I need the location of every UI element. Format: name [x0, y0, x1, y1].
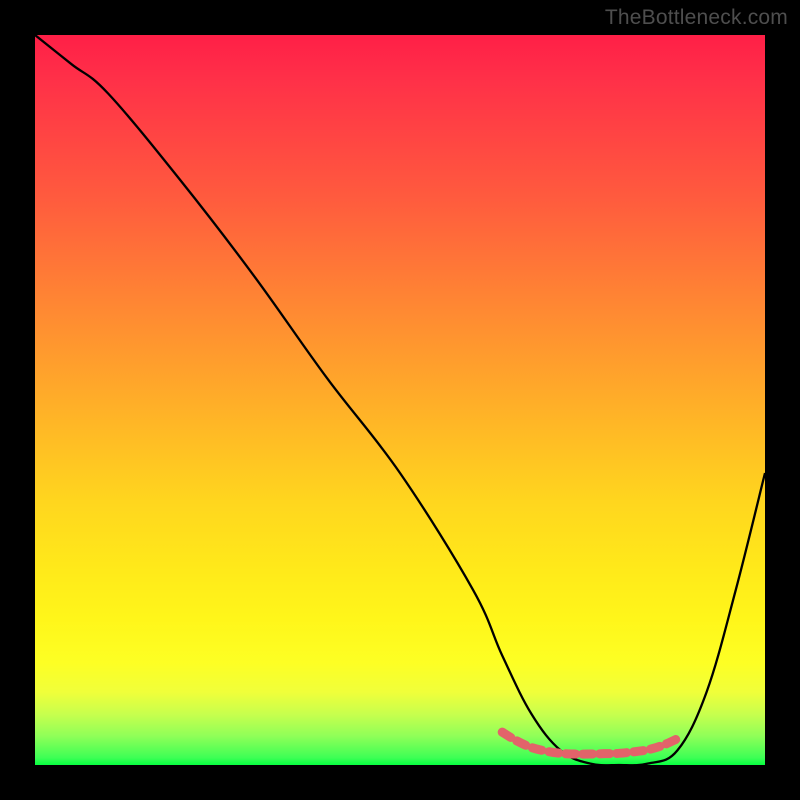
- chart-frame: TheBottleneck.com: [0, 0, 800, 800]
- bottleneck-curve-path: [35, 35, 765, 765]
- curve-svg: [35, 35, 765, 765]
- optimal-range-path: [502, 732, 677, 754]
- watermark-text: TheBottleneck.com: [605, 6, 788, 30]
- plot-area: [35, 35, 765, 765]
